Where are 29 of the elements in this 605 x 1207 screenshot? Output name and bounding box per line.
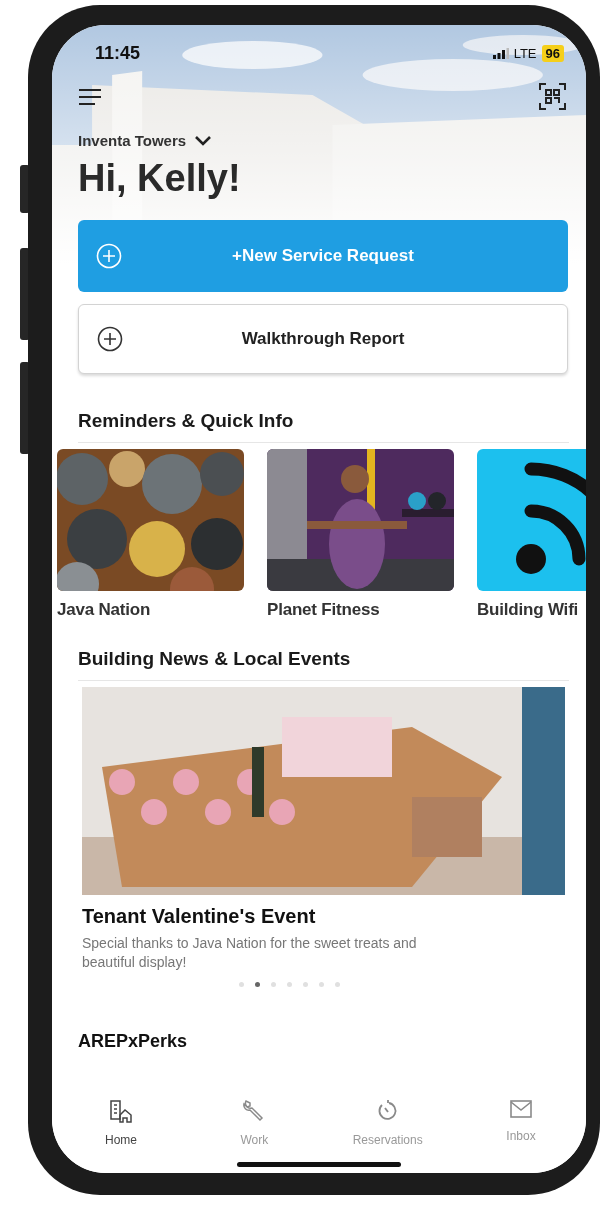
section-title: AREPxPerks [78, 1030, 189, 1052]
event-title: Tenant Valentine's Event [82, 905, 317, 928]
event-description: Special thanks to Java Nation for the sweet treats and beautiful display! [82, 934, 418, 972]
building-selector[interactable]: Inventa Towers [78, 132, 187, 149]
building-home-icon [109, 1099, 133, 1123]
menu-icon[interactable] [78, 87, 102, 106]
card-label[interactable]: Planet Fitness [267, 600, 454, 620]
page-dot[interactable] [334, 981, 340, 987]
page-dot[interactable] [318, 981, 324, 987]
qr-code-icon[interactable] [539, 83, 566, 110]
status-time: 11:45 [95, 42, 141, 64]
card-label[interactable]: Building Wifi [477, 600, 586, 620]
signal-icon [492, 47, 509, 59]
walkthrough-report-button[interactable]: Walkthrough Report [78, 304, 568, 374]
plus-circle-icon [97, 326, 123, 352]
page-dot[interactable] [286, 981, 292, 987]
section-title: Building News & Local Events [78, 648, 569, 681]
card-label[interactable]: Java Nation [57, 600, 244, 620]
plus-circle-icon [96, 243, 122, 269]
greeting: Hi, Kelly! [77, 156, 242, 200]
network-label: LTE [513, 45, 537, 61]
tab-item[interactable]: Home [76, 1099, 166, 1147]
mail-icon [509, 1099, 533, 1119]
page-dot[interactable] [254, 981, 260, 987]
page-dot[interactable] [238, 981, 244, 987]
chevron-down-icon[interactable] [194, 135, 213, 146]
page-dot[interactable] [270, 981, 276, 987]
section-title: Reminders & Quick Info [78, 410, 569, 443]
page-dot[interactable] [302, 981, 308, 987]
